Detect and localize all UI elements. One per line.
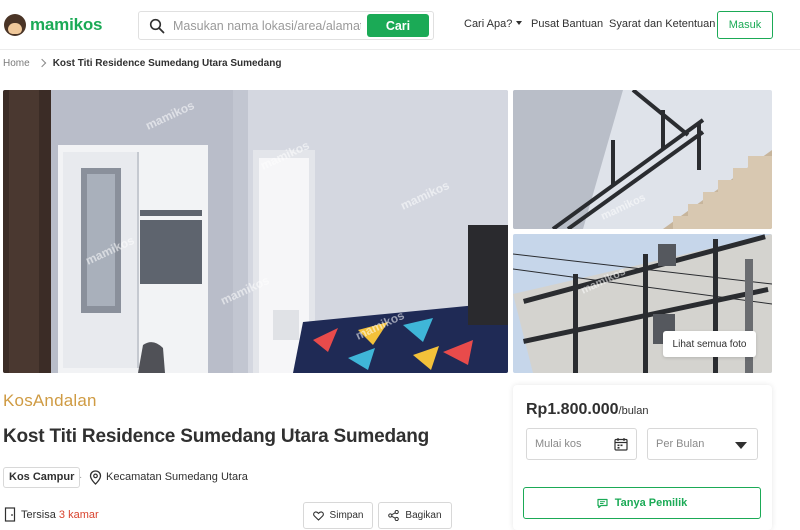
rooms-remaining-count: 3 kamar xyxy=(58,509,99,521)
mamikos-logo[interactable]: mamikos xyxy=(4,12,103,38)
main-photo[interactable]: mamikos mamikos mamikos mamikos mamikos … xyxy=(3,90,508,373)
rooms-remaining-prefix: Tersisa xyxy=(21,509,56,521)
location-pin-icon xyxy=(89,470,102,485)
kos-andalan-badge: KosAndalan xyxy=(3,391,97,410)
save-label: Simpan xyxy=(329,510,364,521)
breadcrumb: Home Kost Titi Residence Sumedang Utara … xyxy=(3,56,281,70)
ask-owner-button[interactable]: Tanya Pemilik xyxy=(523,487,761,519)
listing-title: Kost Titi Residence Sumedang Utara Sumed… xyxy=(3,426,430,447)
chat-icon xyxy=(597,498,608,508)
start-date-field[interactable]: Mulai kos xyxy=(526,428,637,460)
mamikos-logo-icon xyxy=(4,14,26,36)
booking-card: Rp1.800.000/bulan Mulai kos Per Bulan Ta… xyxy=(513,385,772,530)
kos-type-tag: Kos Campur xyxy=(3,467,81,488)
share-icon xyxy=(388,510,400,521)
search-button[interactable]: Cari xyxy=(367,14,429,37)
room-interior-image: mamikos mamikos mamikos mamikos mamikos … xyxy=(3,90,508,373)
rent-period-value: Per Bulan xyxy=(656,438,705,450)
nav-cari-apa[interactable]: Cari Apa? xyxy=(464,18,523,30)
save-button[interactable]: Simpan xyxy=(303,502,373,529)
separator-dot: · xyxy=(79,472,83,483)
search-icon xyxy=(149,18,165,34)
nav-syarat-ketentuan[interactable]: Syarat dan Ketentuan xyxy=(609,18,715,30)
price: Rp1.800.000/bulan xyxy=(526,401,649,419)
nav-cari-apa-label: Cari Apa? xyxy=(464,18,513,30)
price-amount: Rp1.800.000 xyxy=(526,401,619,418)
top-header: mamikos Cari Cari Apa? Pusat Bantuan Sya… xyxy=(0,0,800,50)
share-label: Bagikan xyxy=(405,510,442,521)
calendar-icon xyxy=(614,438,628,451)
staircase-image: mamikos xyxy=(513,90,772,229)
caret-down-icon xyxy=(516,21,523,25)
breadcrumb-home[interactable]: Home xyxy=(3,58,30,69)
search-bar: Cari xyxy=(138,11,434,40)
ask-owner-label: Tanya Pemilik xyxy=(614,497,688,509)
see-all-photos-button[interactable]: Lihat semua foto xyxy=(663,331,756,357)
start-date-placeholder: Mulai kos xyxy=(535,438,582,450)
share-button[interactable]: Bagikan xyxy=(378,502,452,529)
price-unit: /bulan xyxy=(618,405,649,417)
chevron-right-icon xyxy=(37,58,46,68)
door-icon xyxy=(4,507,16,522)
rent-period-select[interactable]: Per Bulan xyxy=(647,428,758,460)
nav-pusat-bantuan[interactable]: Pusat Bantuan xyxy=(531,18,603,30)
rooms-remaining: Tersisa 3 kamar xyxy=(21,509,99,521)
login-button[interactable]: Masuk xyxy=(717,11,773,39)
heart-icon xyxy=(312,510,324,521)
logo-text: mamikos xyxy=(30,15,103,34)
search-input[interactable] xyxy=(173,16,361,36)
staircase-photo[interactable]: mamikos xyxy=(513,90,772,229)
breadcrumb-current: Kost Titi Residence Sumedang Utara Sumed… xyxy=(52,57,282,69)
caret-down-icon xyxy=(735,442,747,449)
location-text: Kecamatan Sumedang Utara xyxy=(106,471,248,483)
